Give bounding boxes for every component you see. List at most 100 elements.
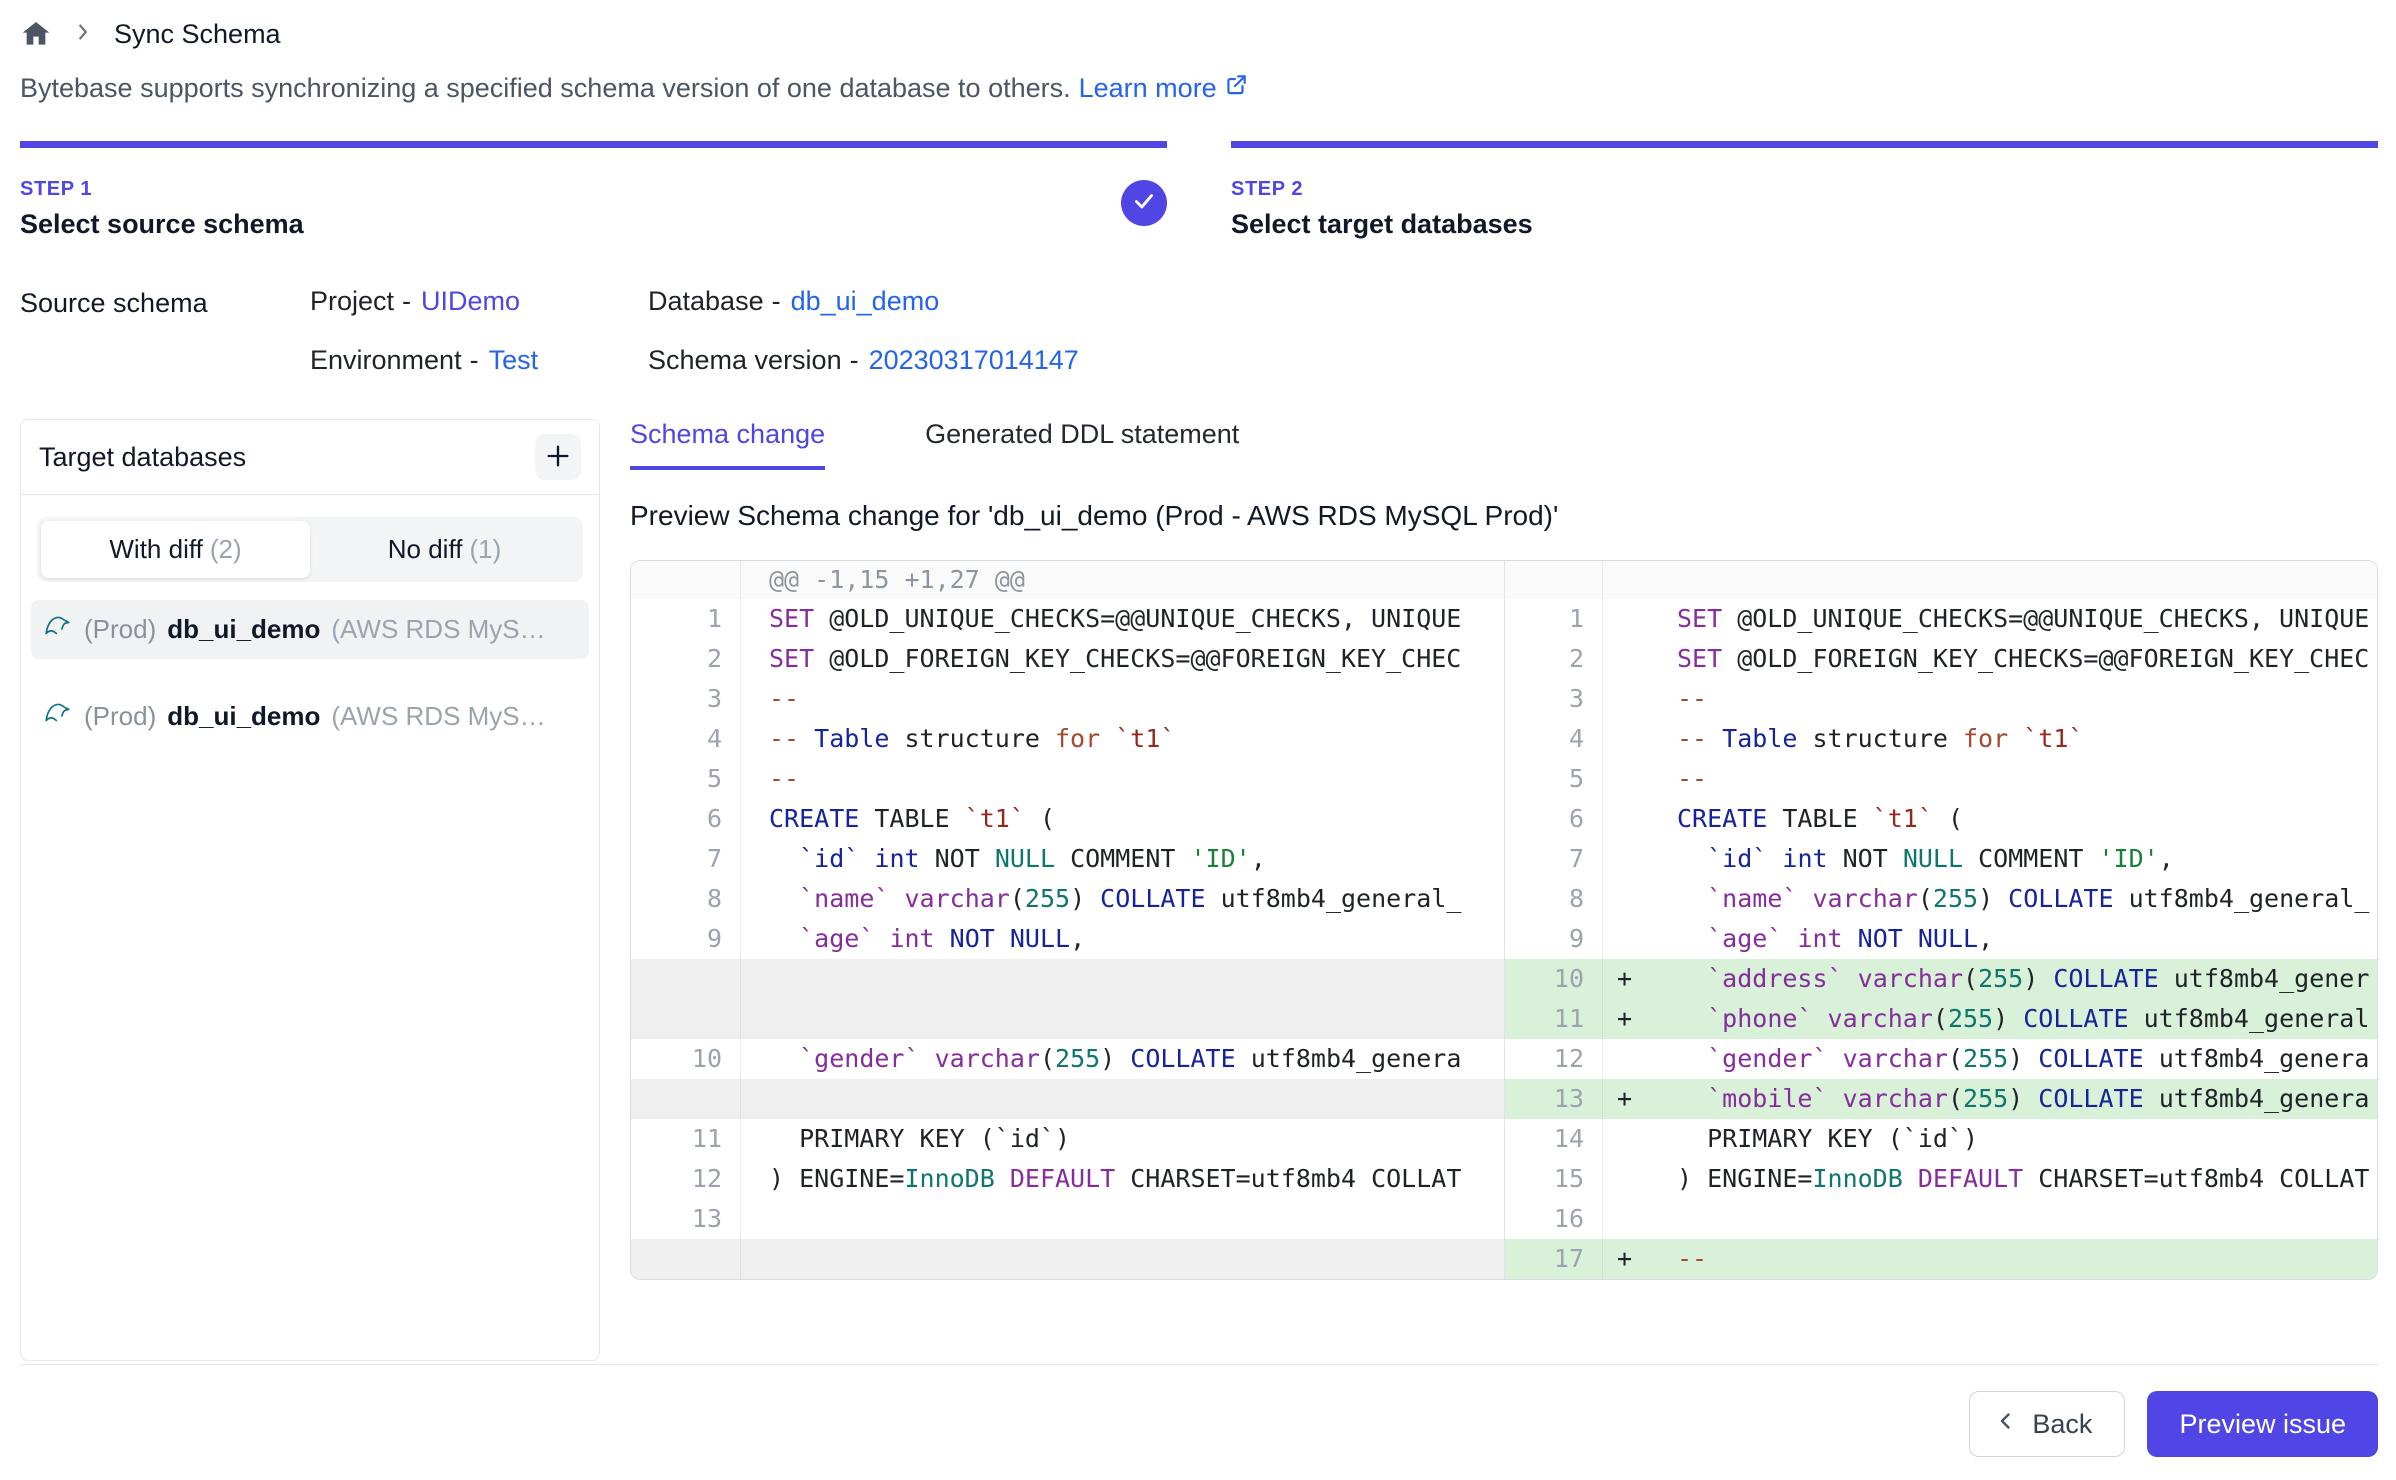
diff-row: 5-- <box>1505 759 2377 799</box>
target-panel-title: Target databases <box>39 442 246 473</box>
diff-row: 8 `name` varchar(255) COLLATE utf8mb4_ge… <box>631 879 1504 919</box>
code-line <box>741 959 1504 999</box>
diff-row: 4-- Table structure for `t1` <box>631 719 1504 759</box>
home-icon[interactable] <box>20 18 52 50</box>
diff-marker <box>1603 1039 1655 1079</box>
line-number: 3 <box>1505 679 1603 719</box>
back-button[interactable]: Back <box>1969 1391 2125 1457</box>
field-value-link[interactable]: UIDemo <box>421 286 520 316</box>
code-line: `phone` varchar(255) COLLATE utf8mb4_gen… <box>1655 999 2377 1039</box>
code-line: `name` varchar(255) COLLATE utf8mb4_gene… <box>741 879 1504 919</box>
diff-marker: + <box>1603 999 1655 1039</box>
source-field-database: Database-db_ui_demo <box>648 286 1079 317</box>
field-name: Environment <box>310 345 462 375</box>
tab-no-diff[interactable]: No diff(1) <box>310 521 579 578</box>
step-1-label: STEP 1 <box>20 178 1167 201</box>
field-separator: - <box>470 345 479 375</box>
code-line <box>741 999 1504 1039</box>
database-list-item[interactable]: (Prod)db_ui_demo(AWS RDS MyS… <box>31 600 589 659</box>
line-number <box>631 999 741 1039</box>
mysql-icon <box>43 611 73 648</box>
diff-marker <box>1603 1119 1655 1159</box>
diff-row: 15 ) ENGINE=InnoDB DEFAULT CHARSET=utf8mb… <box>1505 1159 2377 1199</box>
diff-row: 13+ `mobile` varchar(255) COLLATE utf8mb… <box>1505 1079 2377 1119</box>
preview-issue-button[interactable]: Preview issue <box>2147 1391 2378 1457</box>
code-line: PRIMARY KEY (`id`) <box>1655 1119 2377 1159</box>
source-field-project: Project-UIDemo <box>310 286 648 317</box>
database-list-item[interactable]: (Prod)db_ui_demo(AWS RDS MyS… <box>31 687 589 746</box>
line-number: 15 <box>1505 1159 1603 1199</box>
diff-row: 16 <box>1505 1199 2377 1239</box>
diff-row: 1SET @OLD_UNIQUE_CHECKS=@@UNIQUE_CHECKS,… <box>631 599 1504 639</box>
code-line: -- <box>741 679 1504 719</box>
line-number: 7 <box>1505 839 1603 879</box>
line-number <box>1505 561 1603 599</box>
diff-row: 9 `age` int NOT NULL, <box>1505 919 2377 959</box>
diff-row: 3 -- <box>1505 679 2377 719</box>
step-2-label: STEP 2 <box>1231 178 2378 201</box>
line-number: 9 <box>1505 919 1603 959</box>
code-line: PRIMARY KEY (`id`) <box>741 1119 1504 1159</box>
breadcrumb: Sync Schema <box>20 14 2378 54</box>
diff-row: 2SET @OLD_FOREIGN_KEY_CHECKS=@@FOREIGN_K… <box>1505 639 2377 679</box>
field-value-link[interactable]: Test <box>489 345 539 375</box>
tab-schema-change[interactable]: Schema change <box>630 419 825 470</box>
line-number <box>631 959 741 999</box>
schema-diff-viewer: @@ -1,15 +1,27 @@1SET @OLD_UNIQUE_CHECKS… <box>630 560 2378 1280</box>
add-database-button[interactable] <box>535 434 581 480</box>
diff-row: 6CREATE TABLE `t1` ( <box>631 799 1504 839</box>
code-line: `age` int NOT NULL, <box>741 919 1504 959</box>
line-number: 8 <box>1505 879 1603 919</box>
line-number: 12 <box>1505 1039 1603 1079</box>
code-line: CREATE TABLE `t1` ( <box>741 799 1504 839</box>
preview-title: Preview Schema change for 'db_ui_demo (P… <box>630 500 2378 532</box>
code-line: SET @OLD_UNIQUE_CHECKS=@@UNIQUE_CHECKS, … <box>741 599 1504 639</box>
diff-row: 11+ `phone` varchar(255) COLLATE utf8mb4… <box>1505 999 2377 1039</box>
line-number: 4 <box>1505 719 1603 759</box>
code-line: -- <box>1655 679 2377 719</box>
database-instance: (AWS RDS MyS… <box>331 701 545 732</box>
code-line: ) ENGINE=InnoDB DEFAULT CHARSET=utf8mb4 … <box>1655 1159 2377 1199</box>
footer-actions: Back Preview issue <box>20 1365 2378 1457</box>
code-line <box>1655 1199 2377 1239</box>
diff-row <box>631 1239 1504 1279</box>
code-line: -- Table structure for `t1` <box>741 719 1504 759</box>
diff-row: 3-- <box>631 679 1504 719</box>
code-line: ) ENGINE=InnoDB DEFAULT CHARSET=utf8mb4 … <box>741 1159 1504 1199</box>
diff-marker <box>1603 1159 1655 1199</box>
diff-row: 9 `age` int NOT NULL, <box>631 919 1504 959</box>
code-line <box>741 1239 1504 1279</box>
source-schema-label: Source schema <box>20 286 310 376</box>
line-number: 1 <box>631 599 741 639</box>
database-environment: (Prod) <box>84 614 156 645</box>
diff-row: 7 `id` int NOT NULL COMMENT 'ID', <box>1505 839 2377 879</box>
diff-marker: + <box>1603 1239 1655 1279</box>
code-line: `id` int NOT NULL COMMENT 'ID', <box>741 839 1504 879</box>
field-name: Project <box>310 286 394 316</box>
diff-row: 4-- Table structure for `t1` <box>1505 719 2377 759</box>
diff-row: 6CREATE TABLE `t1` ( <box>1505 799 2377 839</box>
diff-pane-source: @@ -1,15 +1,27 @@1SET @OLD_UNIQUE_CHECKS… <box>631 561 1504 1279</box>
code-line: -- <box>1655 1239 2377 1279</box>
code-line: CREATE TABLE `t1` ( <box>1655 799 2377 839</box>
line-number: 6 <box>631 799 741 839</box>
step-1-title: Select source schema <box>20 209 1167 240</box>
diff-marker <box>1603 879 1655 919</box>
line-number <box>631 1079 741 1119</box>
check-icon <box>1131 188 1157 219</box>
source-field-schema-version: Schema version-20230317014147 <box>648 345 1079 376</box>
field-value-link[interactable]: 20230317014147 <box>869 345 1079 375</box>
database-name: db_ui_demo <box>167 614 320 645</box>
diff-row: 7 `id` int NOT NULL COMMENT 'ID', <box>631 839 1504 879</box>
tab-generated-ddl[interactable]: Generated DDL statement <box>925 419 1239 470</box>
page-title: Sync Schema <box>114 19 281 50</box>
line-number: 14 <box>1505 1119 1603 1159</box>
diff-row: 12) ENGINE=InnoDB DEFAULT CHARSET=utf8mb… <box>631 1159 1504 1199</box>
diff-marker <box>1603 759 1655 799</box>
diff-marker <box>1603 639 1655 679</box>
learn-more-link[interactable]: Learn more <box>1079 72 1249 105</box>
line-number: 4 <box>631 719 741 759</box>
field-value-link[interactable]: db_ui_demo <box>791 286 940 316</box>
tab-with-diff[interactable]: With diff(2) <box>41 521 310 578</box>
diff-row: 17+-- <box>1505 1239 2377 1279</box>
